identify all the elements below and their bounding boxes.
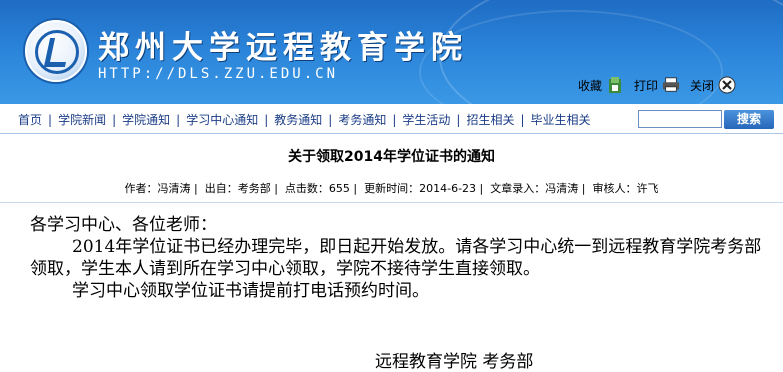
nav-separator: | (264, 112, 269, 127)
close-button[interactable]: 关闭 (690, 76, 736, 94)
nav-item-home[interactable]: 首页 (18, 111, 42, 128)
printer-icon (662, 76, 680, 94)
nav-links: 首页 | 学院新闻 | 学院通知 | 学习中心通知 | 教务通知 | 考务通知 | 学生活动… (18, 111, 591, 128)
search-button[interactable]: 搜索 (724, 110, 774, 129)
nav-separator: | (112, 112, 117, 127)
meta-reviewer: 审核人：许飞 (592, 182, 659, 195)
salutation: 各学习中心、各位老师： (30, 215, 217, 235)
school-url: HTTP://DLS.ZZU.EDU.CN (98, 66, 339, 82)
close-icon (718, 76, 736, 94)
article-meta: 作者：冯清涛 | 出自：考务部 | 点击数：655 | 更新时间：2014-6-… (124, 182, 659, 195)
close-label: 关闭 (690, 78, 715, 93)
nav-separator: | (520, 112, 525, 127)
nav-separator: | (48, 112, 53, 127)
meta-hits: 点击数：655 (284, 182, 350, 195)
nav-item-college-notices[interactable]: 学院通知 (122, 111, 170, 128)
nav-item-exam-notices[interactable]: 考务通知 (338, 111, 386, 128)
print-button[interactable]: 打印 (634, 76, 680, 94)
nav-item-admissions[interactable]: 招生相关 (466, 111, 514, 128)
bookmark-label: 收藏 (578, 78, 603, 93)
nav-separator: | (328, 112, 333, 127)
bookmark-icon (606, 76, 624, 94)
nav-item-center-notices[interactable]: 学习中心通知 (186, 111, 258, 128)
nav-item-student-activities[interactable]: 学生活动 (402, 111, 450, 128)
header-tools: 收藏 打印 关闭 (578, 76, 746, 94)
paragraph: 2014年学位证书已经办理完毕，即日起开始发放。请各学习中心统一到远程教育学院考… (30, 237, 762, 279)
search-input[interactable] (638, 110, 722, 128)
nav-item-college-news[interactable]: 学院新闻 (58, 111, 106, 128)
bookmark-button[interactable]: 收藏 (578, 76, 624, 94)
university-logo (25, 20, 87, 82)
meta-divider (0, 202, 783, 203)
meta-author: 作者：冯清涛 (124, 182, 191, 195)
nav-separator: | (456, 112, 461, 127)
print-label: 打印 (634, 78, 659, 93)
nav-item-academic-notices[interactable]: 教务通知 (274, 111, 322, 128)
signature: 远程教育学院 考务部 (375, 352, 534, 372)
paragraph: 学习中心领取学位证书请提前打电话预约时间。 (72, 281, 429, 301)
meta-entered-by: 文章录入：冯清涛 (490, 182, 579, 195)
nav-divider (0, 133, 783, 134)
meta-source: 出自：考务部 (204, 182, 271, 195)
meta-updated: 更新时间：2014-6-23 (364, 182, 477, 195)
school-name: 郑州大学远程教育学院 (98, 30, 468, 66)
nav-item-graduates[interactable]: 毕业生相关 (531, 111, 591, 128)
article-title: 关于领取2014年学位证书的通知 (288, 149, 495, 165)
nav-separator: | (392, 112, 397, 127)
nav-separator: | (176, 112, 181, 127)
article-body: 各学习中心、各位老师： 2014年学位证书已经办理完毕，即日起开始发放。请各学习… (30, 214, 770, 302)
site-header: 郑州大学远程教育学院 HTTP://DLS.ZZU.EDU.CN 收藏 打印 关… (0, 0, 783, 104)
